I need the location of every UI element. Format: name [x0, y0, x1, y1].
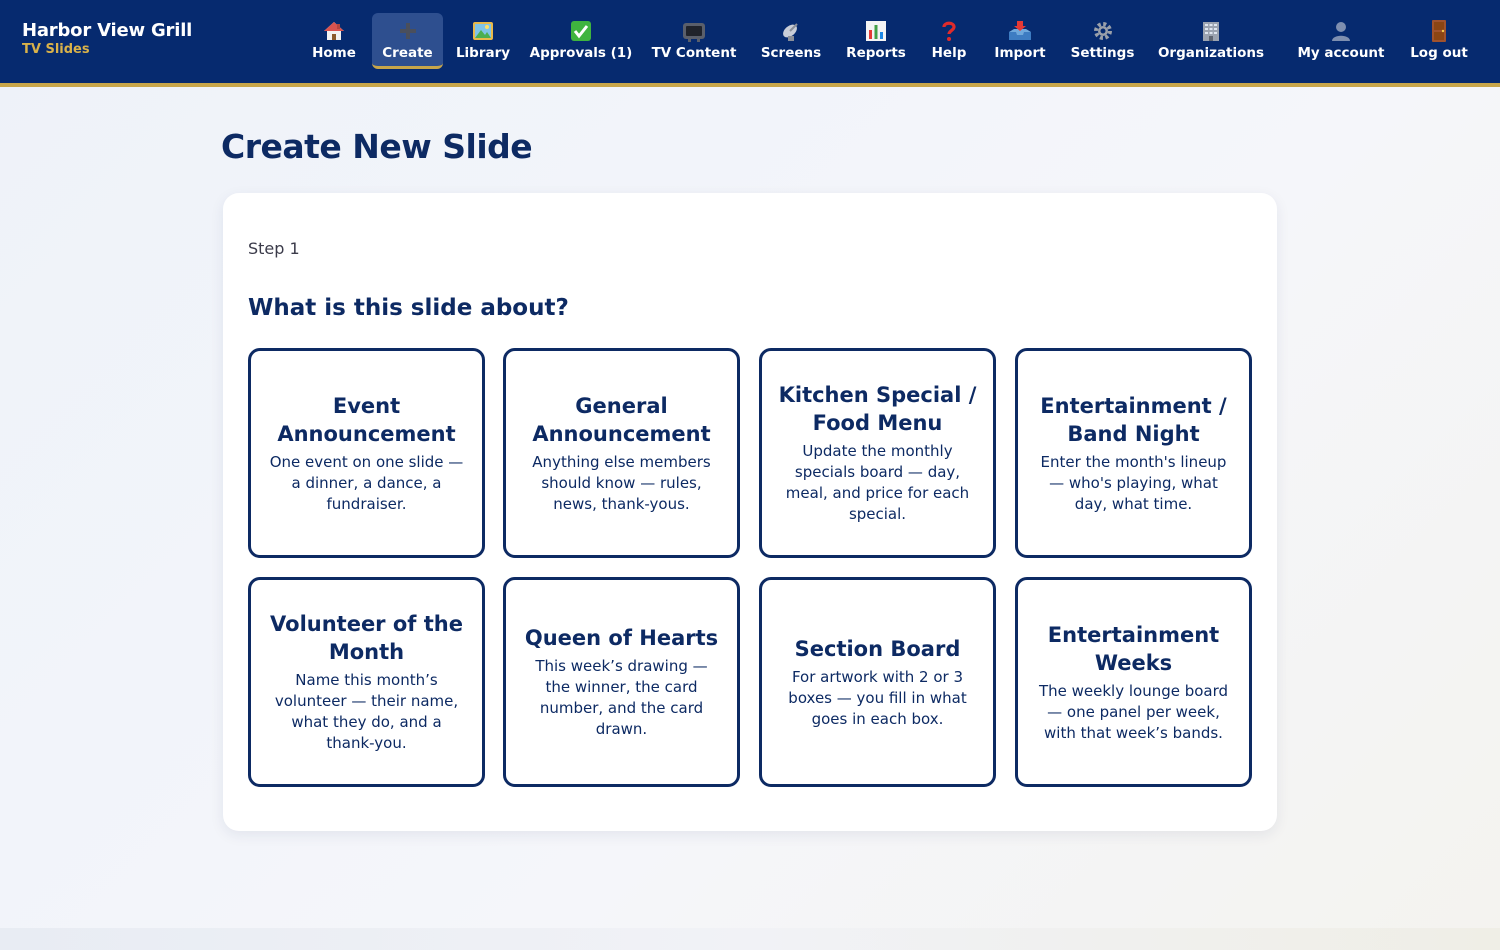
nav-my-account-label: My account [1297, 45, 1385, 61]
door-icon [1427, 19, 1451, 43]
office-building-icon [1199, 19, 1223, 43]
navbar-accent-divider [0, 83, 1500, 87]
page-footer [0, 928, 1500, 950]
nav-library[interactable]: Library [456, 13, 510, 69]
option-description: This week’s drawing — the winner, the ca… [535, 657, 708, 738]
option-title: General Announcement [532, 393, 711, 446]
option-title: Event Announcement [277, 393, 456, 446]
create-slide-card: Step 1 What is this slide about? Event A… [223, 193, 1277, 831]
option-title: Section Board [794, 636, 961, 661]
nav-create[interactable]: Create [372, 13, 443, 69]
television-icon [682, 19, 706, 43]
top-navigation-bar: Harbor View Grill TV Slides Home Create … [0, 0, 1500, 83]
nav-approvals[interactable]: Approvals (1) [530, 13, 632, 69]
question-mark-icon [937, 19, 961, 43]
nav-log-out-label: Log out [1410, 45, 1468, 61]
option-queen-of-hearts[interactable]: Queen of Hearts This week’s drawing — th… [503, 577, 740, 787]
option-title: Kitchen Special / Food Menu [778, 383, 977, 435]
option-description: Name this month’s volunteer — their name… [274, 671, 459, 752]
nav-reports-label: Reports [846, 45, 906, 61]
brand[interactable]: Harbor View Grill TV Slides [22, 20, 192, 58]
nav-organizations[interactable]: Organizations [1158, 13, 1264, 69]
nav-screens[interactable]: Screens [760, 13, 822, 69]
nav-import-label: Import [994, 45, 1046, 61]
option-title: Entertainment / Band Night [1040, 393, 1227, 446]
nav-reports[interactable]: Reports [845, 13, 907, 69]
option-kitchen-special[interactable]: Kitchen Special / Food Menu Update the m… [759, 348, 996, 558]
bar-chart-icon [864, 19, 888, 43]
nav-log-out[interactable]: Log out [1408, 13, 1470, 69]
step-label: Step 1 [248, 239, 300, 258]
option-entertainment-weeks[interactable]: Entertainment Weeks The weekly lounge bo… [1015, 577, 1252, 787]
option-description: Anything else members should know — rule… [532, 452, 711, 513]
option-general-announcement[interactable]: General Announcement Anything else membe… [503, 348, 740, 558]
option-description: For artwork with 2 or 3 boxes — you fill… [788, 667, 967, 728]
checkmark-icon [569, 19, 593, 43]
option-event-announcement[interactable]: Event Announcement One event on one slid… [248, 348, 485, 558]
nav-create-label: Create [382, 45, 433, 61]
brand-subtitle: TV Slides [22, 42, 90, 57]
nav-screens-label: Screens [760, 45, 822, 61]
page-title: Create New Slide [221, 127, 533, 166]
user-silhouette-icon [1329, 19, 1353, 43]
satellite-dish-icon [779, 19, 803, 43]
nav-home[interactable]: Home [310, 13, 358, 69]
option-title: Queen of Hearts [524, 626, 719, 650]
option-volunteer-of-the-month[interactable]: Volunteer of the Month Name this month’s… [248, 577, 485, 787]
inbox-tray-icon [1008, 19, 1032, 43]
nav-my-account[interactable]: My account [1296, 13, 1386, 69]
option-description: Enter the month's lineup — who's playing… [1040, 452, 1227, 513]
nav-settings[interactable]: Settings [1070, 13, 1135, 69]
option-section-board[interactable]: Section Board For artwork with 2 or 3 bo… [759, 577, 996, 787]
option-description: The weekly lounge board — one panel per … [1038, 681, 1229, 742]
nav-tv-content[interactable]: TV Content [651, 13, 737, 69]
house-icon [322, 19, 346, 43]
nav-organizations-label: Organizations [1157, 45, 1265, 61]
nav-tv-content-label: TV Content [651, 45, 737, 61]
brand-title: Harbor View Grill [22, 20, 193, 41]
step-question: What is this slide about? [248, 295, 569, 321]
option-description: One event on one slide — a dinner, a dan… [269, 452, 464, 513]
nav-library-label: Library [455, 45, 511, 61]
gear-icon [1091, 19, 1115, 43]
picture-icon [471, 19, 495, 43]
nav-settings-label: Settings [1070, 45, 1135, 61]
option-title: Entertainment Weeks [1047, 622, 1220, 675]
option-title: Volunteer of the Month [270, 612, 463, 664]
option-entertainment-band-night[interactable]: Entertainment / Band Night Enter the mon… [1015, 348, 1252, 558]
option-description: Update the monthly specials board — day,… [785, 442, 970, 523]
nav-help[interactable]: Help [929, 13, 969, 69]
nav-import[interactable]: Import [992, 13, 1048, 69]
plus-icon [396, 19, 420, 43]
nav-approvals-label: Approvals (1) [529, 45, 633, 61]
nav-home-label: Home [312, 45, 356, 61]
nav-help-label: Help [931, 45, 967, 61]
